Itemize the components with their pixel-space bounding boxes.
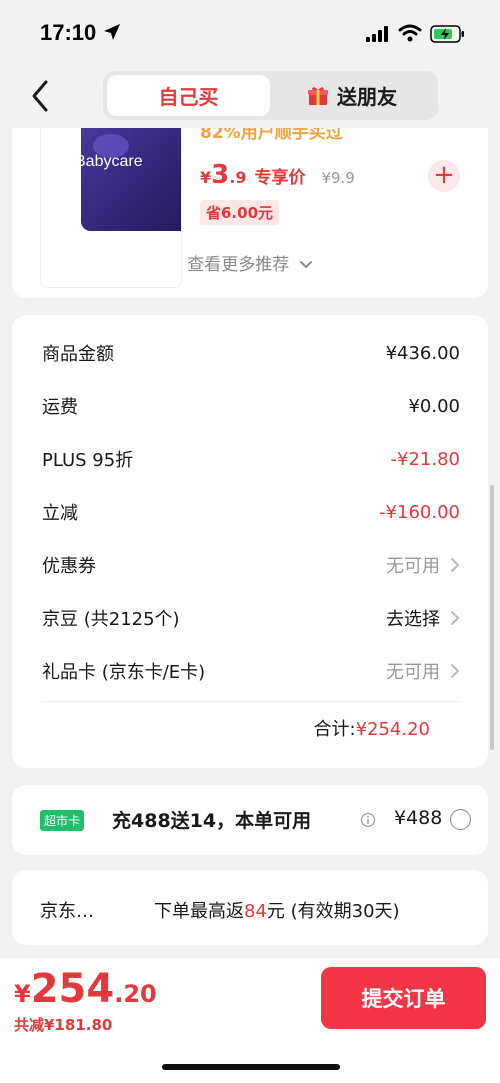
- tab-gift-friend[interactable]: 送朋友: [270, 75, 434, 116]
- rebate-prefix: 下单最高返: [154, 901, 244, 922]
- chevron-down-icon: [299, 261, 312, 269]
- summary-row-shipping: 运费 ¥0.00: [42, 388, 460, 424]
- summary-label: PLUS 95折: [42, 450, 134, 471]
- more-recommendations-link[interactable]: 查看更多推荐: [12, 250, 488, 275]
- summary-row-goods: 商品金额 ¥436.00: [42, 335, 460, 371]
- summary-label: 京豆 (共2125个): [42, 609, 180, 630]
- price-decimal: .9: [229, 168, 247, 187]
- summary-row-jd-beans[interactable]: 京豆 (共2125个) 去选择: [42, 600, 460, 636]
- back-icon[interactable]: [26, 76, 56, 116]
- checkout-total: ¥ 254 .20: [14, 966, 157, 1012]
- summary-total: 合计:¥254.20: [313, 715, 430, 741]
- summary-value: ¥0.00: [408, 395, 460, 417]
- purchase-mode-switch: 自己买 送朋友: [103, 71, 438, 120]
- add-to-cart-button[interactable]: +: [428, 160, 460, 192]
- tab-gift-label: 送朋友: [337, 85, 397, 109]
- summary-row-instant-discount: 立减 -¥160.00: [42, 494, 460, 530]
- summary-value: 去选择: [386, 609, 440, 630]
- jd-rebate-card: 京东… 下单最高返84元 (有效期30天): [12, 870, 488, 945]
- location-arrow-icon: [104, 24, 120, 40]
- summary-label: 商品金额: [42, 344, 114, 365]
- home-indicator[interactable]: [162, 1064, 340, 1070]
- offer-radio[interactable]: [450, 809, 471, 830]
- chevron-right-icon: [451, 558, 460, 572]
- summary-row-gift-card[interactable]: 礼品卡 (京东卡/E卡) 无可用: [42, 653, 460, 689]
- summary-value: ¥436.00: [385, 342, 460, 364]
- gift-icon: [308, 86, 328, 105]
- submit-order-button[interactable]: 提交订单: [321, 967, 486, 1029]
- saving-badge: 省6.00元: [200, 200, 280, 225]
- summary-label: 优惠券: [42, 556, 96, 577]
- chevron-right-icon: [451, 611, 460, 625]
- checkout-discount: 共减¥181.80: [14, 1016, 113, 1034]
- scrollbar[interactable]: [490, 485, 494, 750]
- price-tag: 专享价: [254, 168, 306, 188]
- top-nav: 自己买 送朋友: [0, 66, 500, 128]
- summary-row-coupon[interactable]: 优惠券 无可用: [42, 547, 460, 583]
- price-integer: 3: [211, 160, 230, 190]
- summary-row-plus-discount: PLUS 95折 -¥21.80: [42, 441, 460, 477]
- jd-label: 京东…: [40, 901, 94, 922]
- more-recommendations-label: 查看更多推荐: [187, 255, 290, 275]
- info-icon[interactable]: [360, 812, 376, 828]
- rebate-suffix: 元 (有效期30天): [266, 901, 400, 922]
- rebate-amount: 84: [244, 901, 267, 922]
- checkout-currency: ¥: [14, 980, 31, 1008]
- supermarket-badge: 超市卡: [40, 810, 85, 831]
- summary-value: -¥21.80: [390, 448, 460, 470]
- order-summary-card: 商品金额 ¥436.00 运费 ¥0.00 PLUS 95折 -¥21.80 立…: [12, 315, 488, 768]
- checkout-bar: ¥ 254 .20 共减¥181.80 提交订单: [0, 958, 500, 1083]
- summary-value: -¥160.00: [379, 501, 460, 523]
- cellular-signal-icon: [366, 26, 388, 42]
- plus-icon: +: [433, 160, 455, 190]
- summary-label: 运费: [42, 397, 78, 418]
- battery-charging-icon: [430, 25, 464, 43]
- original-price: ¥9.9: [321, 169, 355, 187]
- checkout-integer: 254: [30, 966, 115, 1012]
- chevron-right-icon: [451, 664, 460, 678]
- summary-value: 无可用: [386, 662, 440, 683]
- jd-rebate-text: 下单最高返84元 (有效期30天): [154, 897, 400, 923]
- supermarket-card-offer[interactable]: 超市卡 充488送14，本单可用 ¥488: [12, 785, 488, 855]
- checkout-decimal: .20: [114, 980, 157, 1008]
- offer-price: ¥488: [394, 807, 443, 829]
- total-label: 合计:: [313, 719, 356, 740]
- product-brand: Babycare: [75, 153, 143, 170]
- price-currency: ¥: [200, 168, 212, 187]
- status-time: 17:10: [40, 20, 97, 45]
- summary-label: 礼品卡 (京东卡/E卡): [42, 662, 206, 683]
- summary-value: 无可用: [386, 556, 440, 577]
- tab-self-buy[interactable]: 自己买: [107, 75, 270, 116]
- wifi-icon: [398, 24, 422, 42]
- offer-text: 充488送14，本单可用: [112, 810, 312, 832]
- summary-label: 立减: [42, 503, 78, 524]
- divider: [42, 701, 460, 702]
- total-value: ¥254.20: [355, 719, 430, 740]
- status-bar: 17:10: [0, 0, 500, 66]
- product-price: ¥ 3 .9 专享价 ¥9.9: [200, 160, 355, 190]
